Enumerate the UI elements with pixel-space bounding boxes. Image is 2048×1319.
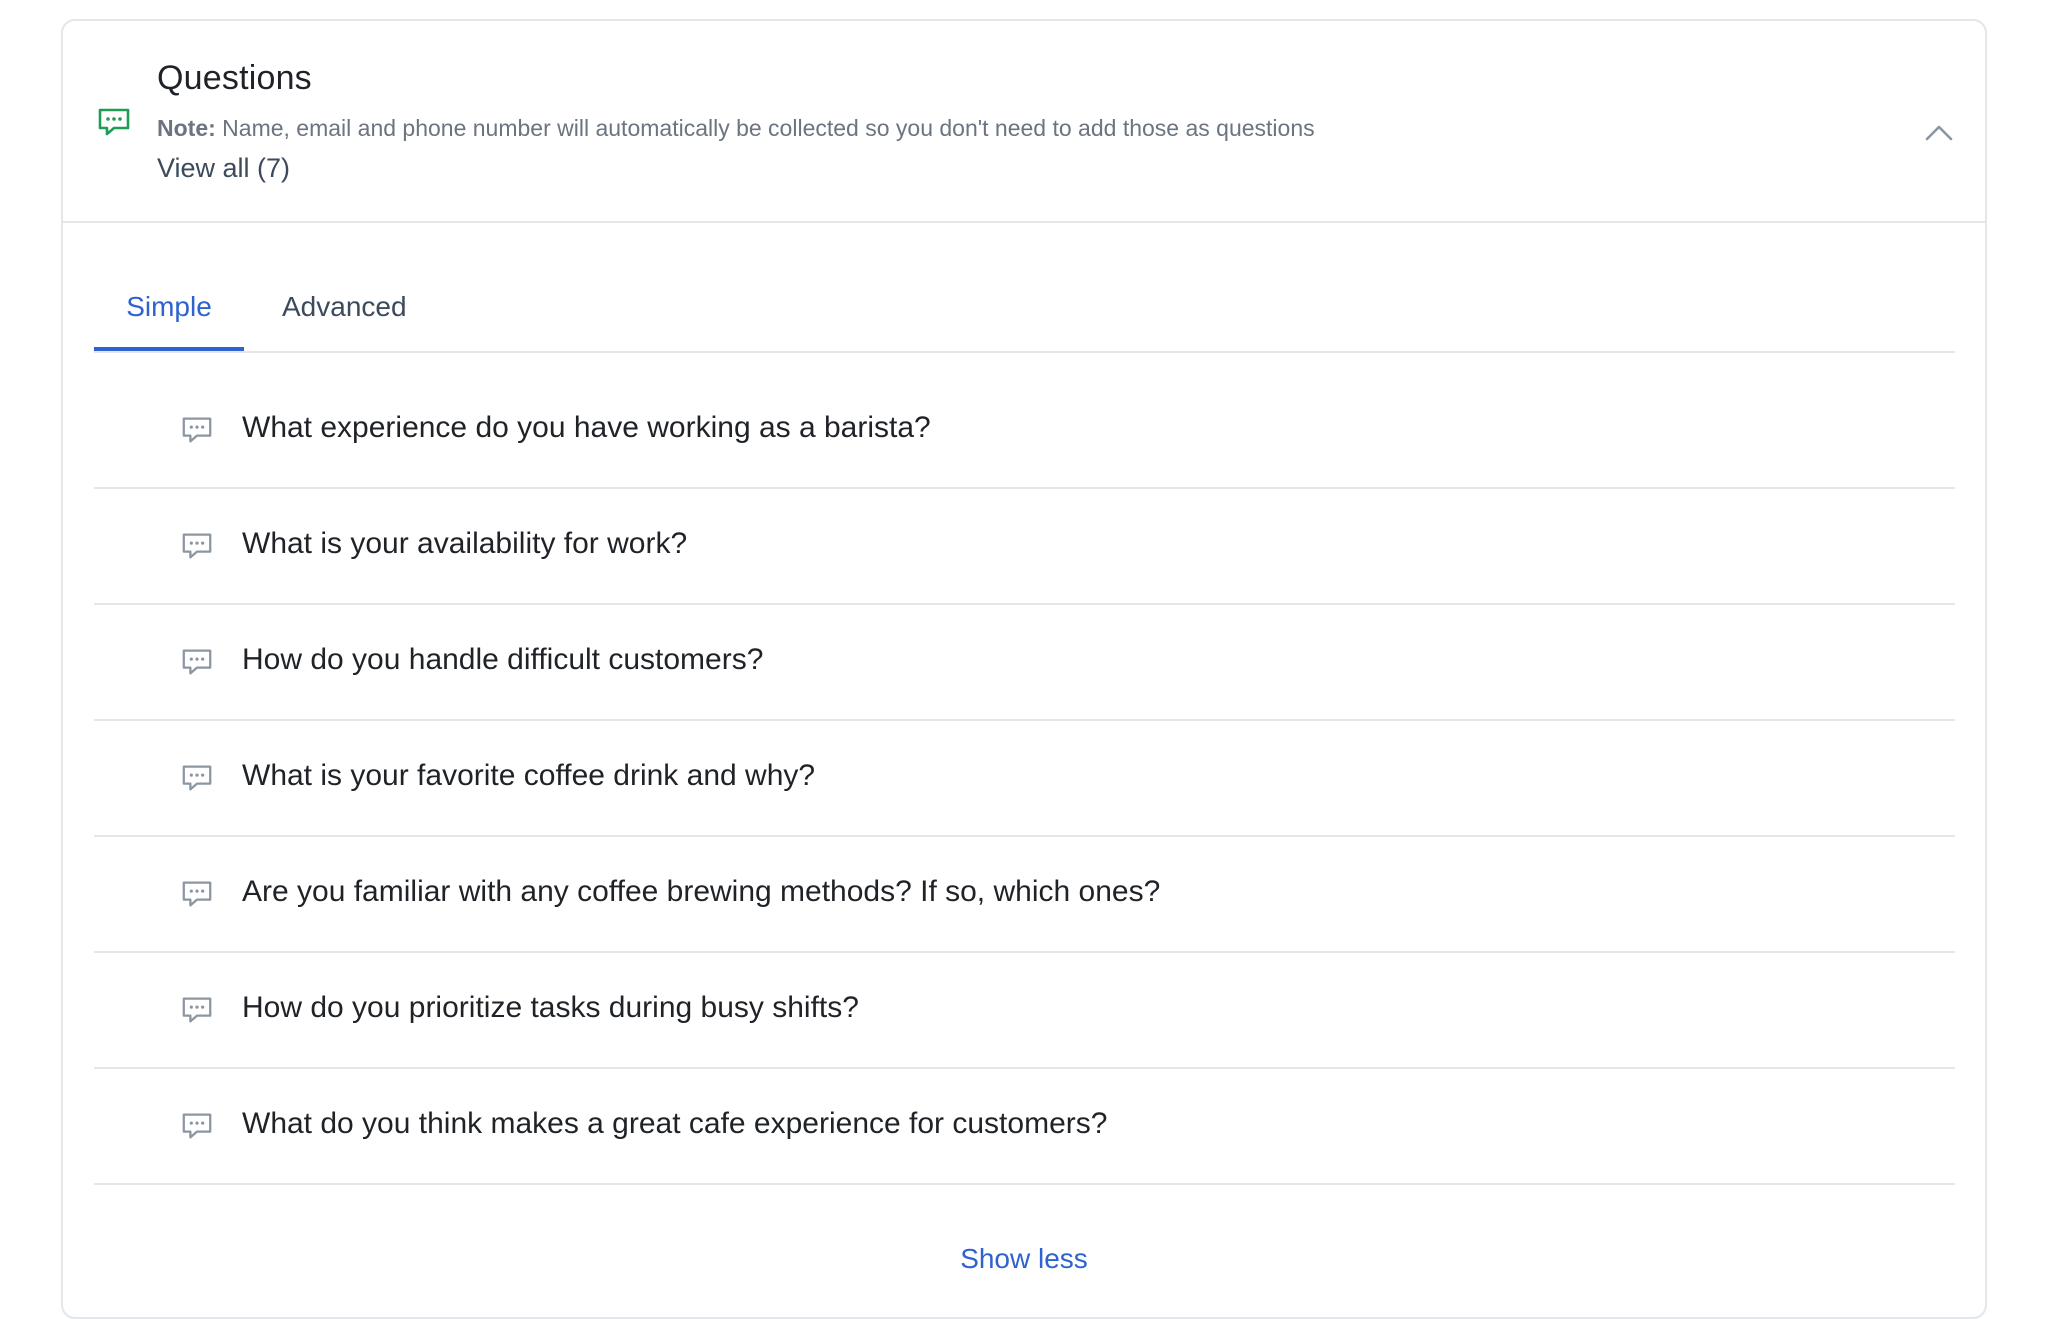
chat-bubble-icon xyxy=(180,761,214,795)
question-row[interactable]: What do you think makes a great cafe exp… xyxy=(94,1069,1955,1185)
chat-bubble-icon xyxy=(96,104,132,140)
section-title: Questions xyxy=(157,59,312,97)
note-body: Name, email and phone number will automa… xyxy=(215,115,1315,141)
note-text: Note: Name, email and phone number will … xyxy=(157,115,1315,142)
question-text: How do you handle difficult customers? xyxy=(242,643,764,676)
tab-advanced[interactable]: Advanced xyxy=(282,291,407,323)
tab-advanced-label: Advanced xyxy=(282,291,407,322)
chat-bubble-icon xyxy=(180,413,214,447)
question-row[interactable]: What is your favorite coffee drink and w… xyxy=(94,721,1955,837)
question-text: What is your availability for work? xyxy=(242,527,688,560)
view-all-link[interactable]: View all (7) xyxy=(157,153,290,184)
questions-header: Questions Note: Name, email and phone nu… xyxy=(63,21,1985,223)
question-row[interactable]: How do you prioritize tasks during busy … xyxy=(94,953,1955,1069)
question-row[interactable]: What experience do you have working as a… xyxy=(94,373,1955,489)
chevron-up-icon[interactable] xyxy=(1923,121,1955,145)
chat-bubble-icon xyxy=(180,645,214,679)
tab-simple-label: Simple xyxy=(126,291,212,322)
show-less-button[interactable]: Show less xyxy=(63,1243,1985,1275)
note-label: Note: xyxy=(157,115,216,141)
chat-bubble-icon xyxy=(180,993,214,1027)
chat-bubble-icon xyxy=(180,1109,214,1143)
question-text: Are you familiar with any coffee brewing… xyxy=(242,875,1161,908)
question-text: How do you prioritize tasks during busy … xyxy=(242,991,859,1024)
tab-simple[interactable]: Simple xyxy=(94,291,244,351)
question-tabs: Simple Advanced xyxy=(94,261,1955,353)
question-text: What do you think makes a great cafe exp… xyxy=(242,1107,1108,1140)
chat-bubble-icon xyxy=(180,877,214,911)
question-text: What experience do you have working as a… xyxy=(242,411,931,444)
question-row[interactable]: Are you familiar with any coffee brewing… xyxy=(94,837,1955,953)
question-list: What experience do you have working as a… xyxy=(94,373,1955,1185)
question-row[interactable]: How do you handle difficult customers? xyxy=(94,605,1955,721)
question-text: What is your favorite coffee drink and w… xyxy=(242,759,816,792)
question-row[interactable]: What is your availability for work? xyxy=(94,489,1955,605)
questions-card: Questions Note: Name, email and phone nu… xyxy=(61,19,1987,1319)
chat-bubble-icon xyxy=(180,529,214,563)
